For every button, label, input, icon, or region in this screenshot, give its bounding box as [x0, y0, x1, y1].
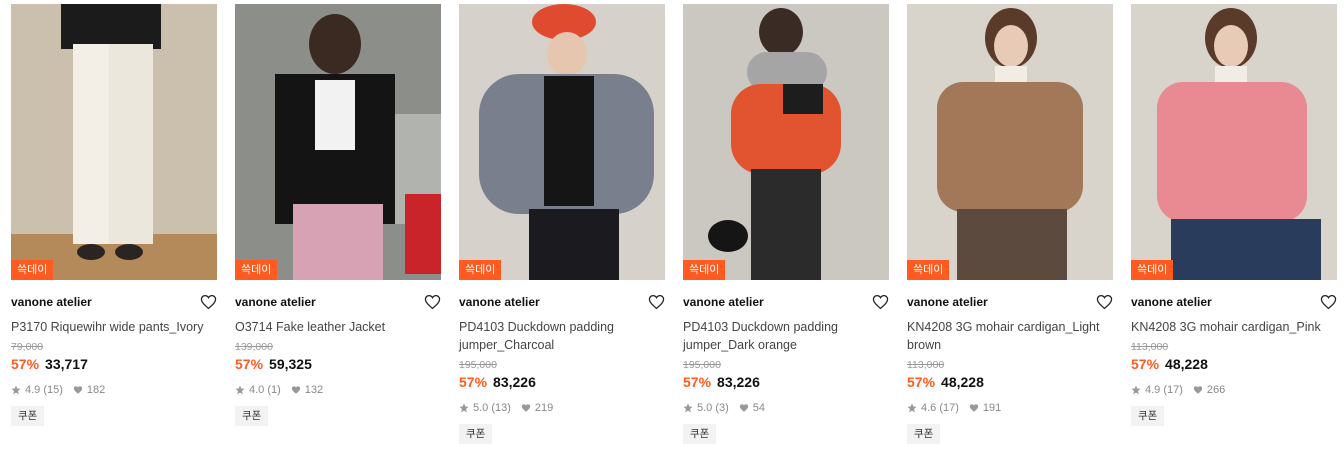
product-name[interactable]: O3714 Fake leather Jacket [235, 318, 441, 336]
coupon-tag: 쿠폰 [1131, 406, 1165, 426]
product-image[interactable]: 쓱데이 [683, 4, 889, 280]
like-count-icon [739, 404, 748, 412]
sale-price: 83,226 [717, 374, 760, 390]
product-name[interactable]: PD4103 Duckdown padding jumper_Dark oran… [683, 318, 889, 354]
model-photo [235, 4, 441, 280]
model-photo [1157, 8, 1321, 280]
sale-price: 48,228 [1165, 356, 1208, 372]
discount-rate: 57% [1131, 356, 1160, 372]
product-image[interactable]: 쓱데이 [459, 4, 665, 280]
discount-rate: 57% [683, 374, 712, 390]
product-card[interactable]: 쓱데이 vanone atelier O3714 Fake leather Ja… [235, 4, 441, 444]
product-name[interactable]: KN4208 3G mohair cardigan_Light brown [907, 318, 1113, 354]
like-count-icon [291, 386, 300, 394]
brand-name[interactable]: vanone atelier [459, 295, 540, 309]
product-image[interactable]: 쓱데이 [11, 4, 217, 280]
star-icon [683, 403, 693, 413]
brand-name[interactable]: vanone atelier [683, 295, 764, 309]
like-count-icon [73, 386, 83, 394]
like-count: 182 [86, 384, 106, 396]
product-name[interactable]: PD4103 Duckdown padding jumper_Charcoal [459, 318, 665, 354]
heart-icon[interactable] [872, 294, 889, 310]
product-name[interactable]: KN4208 3G mohair cardigan_Pink [1131, 318, 1337, 336]
coupon-tag: 쿠폰 [235, 406, 269, 426]
original-price: 195,000 [459, 359, 497, 371]
rating: 4.9 (17) [1145, 384, 1183, 396]
product-image[interactable]: 쓱데이 [1131, 4, 1337, 280]
model-photo [708, 8, 841, 280]
star-icon [1131, 385, 1141, 395]
like-count-icon [969, 404, 979, 412]
original-price: 79,000 [11, 341, 44, 353]
sale-badge: 쓱데이 [683, 260, 726, 280]
star-icon [459, 403, 469, 413]
like-count: 191 [982, 402, 1002, 414]
like-count: 266 [1206, 384, 1226, 396]
coupon-tag: 쿠폰 [11, 406, 45, 426]
brand-name[interactable]: vanone atelier [235, 295, 316, 309]
sale-price: 48,228 [941, 374, 984, 390]
product-card[interactable]: 쓱데이 vanone atelier PD4103 Duckdown paddi… [683, 4, 889, 444]
star-icon [11, 385, 21, 395]
product-card[interactable]: 쓱데이 vanone atelier P3170 Riquewihr wide … [11, 4, 217, 444]
brand-name[interactable]: vanone atelier [1131, 295, 1212, 309]
product-name[interactable]: P3170 Riquewihr wide pants_Ivory [11, 318, 217, 336]
like-count-icon [521, 404, 531, 412]
model-photo [479, 4, 654, 280]
star-icon [907, 403, 917, 413]
original-price: 113,000 [907, 359, 945, 371]
product-image[interactable]: 쓱데이 [907, 4, 1113, 280]
rating: 4.9 (15) [25, 384, 63, 396]
product-card[interactable]: 쓱데이 vanone atelier KN4208 3G mohair card… [907, 4, 1113, 444]
sale-badge: 쓱데이 [235, 260, 278, 280]
sale-badge: 쓱데이 [459, 260, 502, 280]
sale-badge: 쓱데이 [11, 260, 54, 280]
original-price: 113,000 [1131, 341, 1169, 353]
like-count-icon [1193, 386, 1203, 394]
brand-name[interactable]: vanone atelier [907, 295, 988, 309]
original-price: 139,000 [235, 341, 273, 353]
sale-price: 59,325 [269, 356, 312, 372]
sale-price: 33,717 [45, 356, 88, 372]
discount-rate: 57% [11, 356, 40, 372]
heart-icon[interactable] [200, 294, 217, 310]
heart-icon[interactable] [1096, 294, 1113, 310]
discount-rate: 57% [459, 374, 488, 390]
coupon-tag: 쿠폰 [907, 424, 941, 444]
heart-icon[interactable] [1320, 294, 1337, 310]
sale-price: 83,226 [493, 374, 536, 390]
model-photo [11, 4, 217, 280]
coupon-tag: 쿠폰 [683, 424, 717, 444]
product-image[interactable]: 쓱데이 [235, 4, 441, 280]
like-count: 54 [752, 402, 766, 414]
rating: 4.0 (1) [249, 384, 281, 396]
product-grid: 쓱데이 vanone atelier P3170 Riquewihr wide … [11, 4, 1344, 444]
like-count: 132 [304, 384, 324, 396]
product-card[interactable]: 쓱데이 vanone atelier PD4103 Duckdown paddi… [459, 4, 665, 444]
heart-icon[interactable] [424, 294, 441, 310]
product-card[interactable]: 쓱데이 vanone atelier KN4208 3G mohair card… [1131, 4, 1337, 444]
original-price: 195,000 [683, 359, 721, 371]
discount-rate: 57% [235, 356, 264, 372]
model-photo [937, 8, 1083, 280]
like-count: 219 [534, 402, 554, 414]
rating: 4.6 (17) [921, 402, 959, 414]
rating: 5.0 (3) [697, 402, 729, 414]
brand-name[interactable]: vanone atelier [11, 295, 92, 309]
coupon-tag: 쿠폰 [459, 424, 493, 444]
rating: 5.0 (13) [473, 402, 511, 414]
star-icon [235, 385, 245, 395]
sale-badge: 쓱데이 [907, 260, 950, 280]
sale-badge: 쓱데이 [1131, 260, 1174, 280]
heart-icon[interactable] [648, 294, 665, 310]
discount-rate: 57% [907, 374, 936, 390]
